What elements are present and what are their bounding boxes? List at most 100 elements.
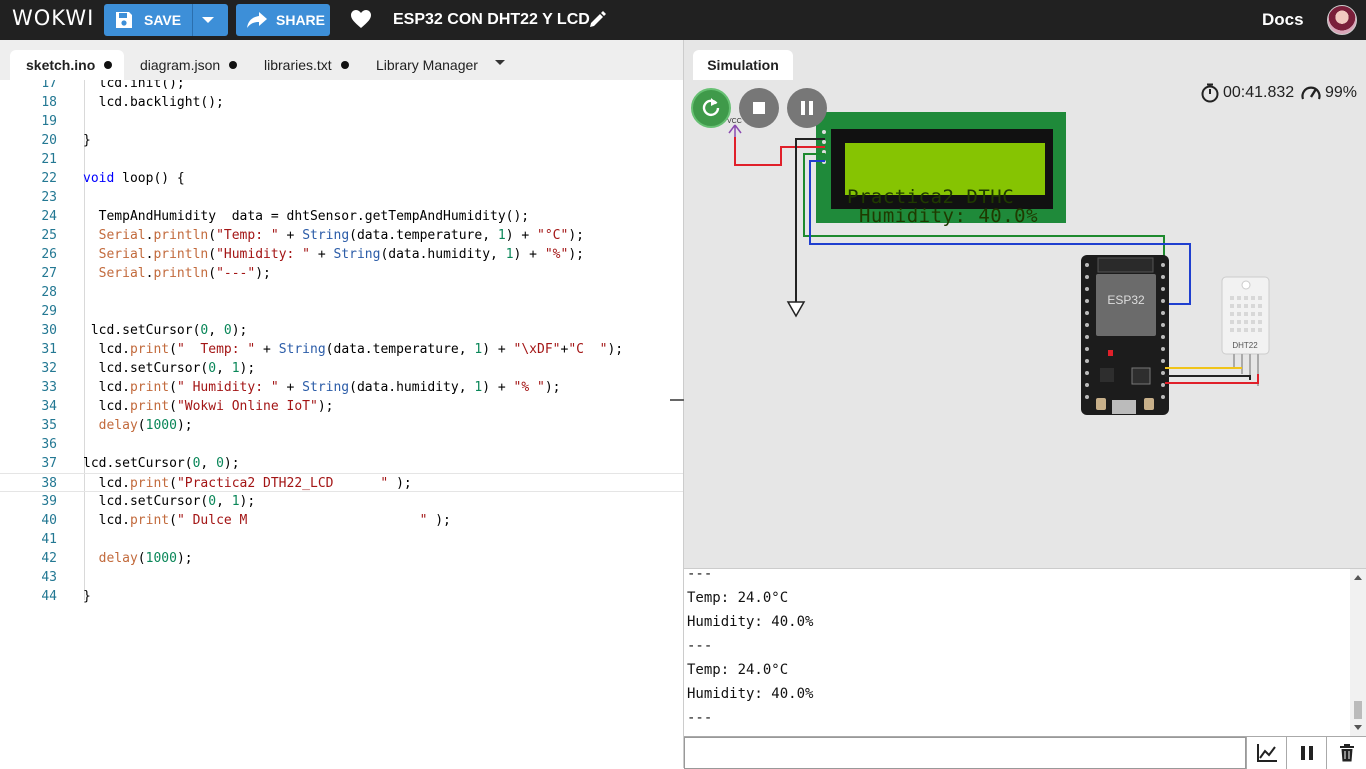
vcc-arrow-icon bbox=[728, 124, 742, 137]
serial-input[interactable] bbox=[684, 737, 1246, 769]
code-line[interactable]: 24 TempAndHumidity data = dhtSensor.getT… bbox=[0, 207, 683, 226]
code-line[interactable]: 28 bbox=[0, 283, 683, 302]
tab-simulation[interactable]: Simulation bbox=[693, 50, 793, 80]
esp32-reset-button[interactable] bbox=[1144, 398, 1154, 410]
tab-label: diagram.json bbox=[140, 57, 221, 73]
line-number: 42 bbox=[41, 551, 57, 566]
line-number: 30 bbox=[41, 323, 57, 338]
vcc-label: VCC bbox=[727, 118, 742, 125]
serial-line: Humidity: 40.0% bbox=[687, 614, 814, 630]
code-text: Serial.println("Temp: " + String(data.te… bbox=[98, 228, 584, 243]
line-number: 28 bbox=[41, 285, 57, 300]
code-text: } bbox=[83, 133, 91, 148]
editor-scroll-marker[interactable] bbox=[670, 399, 684, 401]
code-line[interactable]: 37 lcd.setCursor(0, 0); bbox=[0, 454, 683, 473]
code-line[interactable]: 17 lcd.init(); bbox=[0, 80, 683, 93]
save-options-chevron-down-icon[interactable] bbox=[202, 17, 214, 23]
code-text: TempAndHumidity data = dhtSensor.getTemp… bbox=[83, 209, 530, 224]
serial-line: Humidity: 40.0% bbox=[687, 686, 814, 702]
esp32-antenna bbox=[1097, 257, 1154, 273]
line-number: 18 bbox=[41, 95, 57, 110]
share-button[interactable]: SHARE bbox=[236, 4, 330, 36]
code-line[interactable]: 42 delay(1000); bbox=[0, 549, 683, 568]
serial-line: Temp: 24.0°C bbox=[687, 662, 789, 678]
code-line[interactable]: 21 bbox=[0, 150, 683, 169]
code-line[interactable]: 36 bbox=[0, 435, 683, 454]
unsaved-dot-icon bbox=[340, 61, 349, 69]
clear-serial-button[interactable] bbox=[1326, 737, 1366, 769]
restart-simulation-button[interactable] bbox=[691, 88, 731, 128]
heart-icon[interactable] bbox=[350, 9, 372, 29]
tabs-dropdown-chevron-down-icon[interactable] bbox=[495, 60, 505, 65]
code-line[interactable]: 20} bbox=[0, 131, 683, 150]
code-text: lcd.print("Practica2 DTH22_LCD " ); bbox=[83, 476, 412, 491]
code-line[interactable]: 26 Serial.println("Humidity: " + String(… bbox=[0, 245, 683, 264]
code-text: lcd.print(" Humidity: " + String(data.hu… bbox=[83, 380, 561, 395]
edit-icon[interactable] bbox=[587, 10, 607, 30]
tab-diagram-json[interactable]: diagram.json bbox=[140, 50, 238, 80]
code-line[interactable]: 18 lcd.backlight(); bbox=[0, 93, 683, 112]
serial-scrollbar[interactable] bbox=[1350, 569, 1366, 736]
lcd-display-text: Practica2 DTHC Humidity: 40.0% bbox=[847, 188, 1038, 226]
save-button[interactable]: SAVE bbox=[104, 4, 228, 36]
timer-value: 00:41.832 bbox=[1223, 84, 1295, 101]
esp32-boot-button[interactable] bbox=[1096, 398, 1106, 410]
wire-black-dht-gnd[interactable] bbox=[1165, 375, 1251, 380]
code-text: lcd.print("Wokwi Online IoT"); bbox=[83, 399, 334, 414]
tab-sketch-ino[interactable]: sketch.ino bbox=[10, 50, 124, 80]
docs-link[interactable]: Docs bbox=[1262, 10, 1304, 30]
serial-input-bar bbox=[684, 736, 1366, 769]
code-text: Serial.println("---"); bbox=[98, 266, 271, 281]
serial-line: Temp: 24.0°C bbox=[687, 590, 789, 606]
code-line[interactable]: 34 lcd.print("Wokwi Online IoT"); bbox=[0, 397, 683, 416]
code-line[interactable]: 38 lcd.print("Practica2 DTH22_LCD " ); bbox=[0, 473, 683, 492]
code-line[interactable]: 44} bbox=[0, 587, 683, 606]
code-line[interactable]: 33 lcd.print(" Humidity: " + String(data… bbox=[0, 378, 683, 397]
project-title[interactable]: ESP32 CON DHT22 Y LCD bbox=[393, 11, 590, 29]
code-editor[interactable]: 17 lcd.init(); 18 lcd.backlight(); 19 20} 21… bbox=[0, 80, 683, 768]
line-number: 31 bbox=[41, 342, 57, 357]
code-line[interactable]: 39 lcd.setCursor(0, 1); bbox=[0, 492, 683, 511]
code-line[interactable]: 35 delay(1000); bbox=[0, 416, 683, 435]
tab-label: Library Manager bbox=[376, 57, 478, 73]
unsaved-dot-icon bbox=[229, 61, 238, 69]
code-line[interactable]: 22 void loop() { bbox=[0, 169, 683, 188]
code-line[interactable]: 25 Serial.println("Temp: " + String(data… bbox=[0, 226, 683, 245]
avatar[interactable] bbox=[1327, 5, 1357, 35]
line-number: 29 bbox=[41, 304, 57, 319]
tab-libraries-txt[interactable]: libraries.txt bbox=[264, 50, 349, 80]
pause-simulation-button[interactable] bbox=[787, 88, 827, 128]
code-line[interactable]: 19 bbox=[0, 112, 683, 131]
scroll-thumb[interactable] bbox=[1354, 701, 1362, 719]
simulation-canvas[interactable]: VCC ESP32 DHT22 Practica2 DTHC Humidity:… bbox=[684, 80, 1366, 568]
esp32-label: ESP32 bbox=[1107, 293, 1145, 307]
speed-icon bbox=[1301, 86, 1321, 100]
serial-pause-button[interactable] bbox=[1286, 737, 1326, 769]
code-line[interactable]: 40 lcd.print(" Dulce M " ); bbox=[0, 511, 683, 530]
serial-monitor-output[interactable]: --- Temp: 24.0°C Humidity: 40.0% --- Temp: 2… bbox=[684, 568, 1366, 736]
scroll-down-icon[interactable] bbox=[1354, 725, 1362, 730]
scroll-up-icon[interactable] bbox=[1354, 575, 1362, 580]
trash-icon bbox=[1339, 744, 1354, 762]
line-number: 19 bbox=[41, 114, 57, 129]
plotter-button[interactable] bbox=[1246, 737, 1286, 769]
code-line[interactable]: 30 lcd.setCursor(0, 0); bbox=[0, 321, 683, 340]
ground-symbol bbox=[786, 301, 806, 318]
esp32-led bbox=[1108, 350, 1113, 356]
tab-library-manager[interactable]: Library Manager bbox=[376, 50, 478, 80]
unsaved-dot-icon bbox=[104, 61, 113, 69]
code-line[interactable]: 31 lcd.print(" Temp: " + String(data.tem… bbox=[0, 340, 683, 359]
wokwi-logo[interactable]: WOKWI bbox=[12, 6, 94, 30]
line-number: 32 bbox=[41, 361, 57, 376]
dht22-legs bbox=[1233, 354, 1259, 386]
pause-icon bbox=[1300, 746, 1313, 760]
code-line[interactable]: 23 bbox=[0, 188, 683, 207]
code-line[interactable]: 29 bbox=[0, 302, 683, 321]
code-line[interactable]: 43 bbox=[0, 568, 683, 587]
code-line[interactable]: 32 lcd.setCursor(0, 1); bbox=[0, 359, 683, 378]
code-line[interactable]: 41 bbox=[0, 530, 683, 549]
circuit-diagram[interactable]: VCC ESP32 DHT22 bbox=[684, 80, 1366, 568]
code-line[interactable]: 27 Serial.println("---"); bbox=[0, 264, 683, 283]
line-number: 20 bbox=[41, 133, 57, 148]
stop-simulation-button[interactable] bbox=[739, 88, 779, 128]
